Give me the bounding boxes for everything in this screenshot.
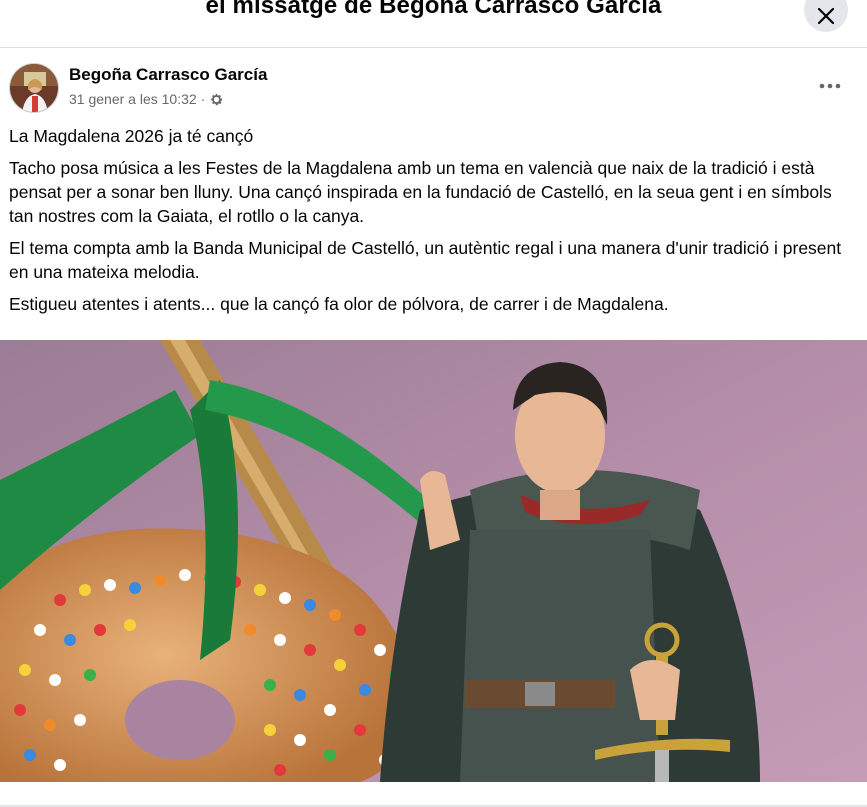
- post: Begoña Carrasco García 31 gener a les 10…: [0, 48, 867, 807]
- close-button[interactable]: [804, 0, 848, 32]
- more-options-button[interactable]: [812, 72, 848, 100]
- avatar[interactable]: [9, 63, 59, 113]
- post-paragraph: El tema compta amb la Banda Municipal de…: [9, 238, 842, 282]
- dialog-header: el missatge de Begoña Carrasco García: [0, 0, 867, 48]
- close-icon: [817, 7, 835, 25]
- author-name[interactable]: Begoña Carrasco García: [69, 65, 267, 85]
- post-photo[interactable]: [0, 340, 867, 782]
- more-horizontal-icon: [819, 83, 841, 89]
- post-paragraph: La Magdalena 2026 ja té cançó: [9, 126, 254, 146]
- post-paragraph: Tacho posa música a les Festes de la Mag…: [9, 158, 832, 226]
- gear-icon[interactable]: [209, 92, 224, 107]
- post-paragraph: Estigueu atentes i atents... que la canç…: [9, 294, 669, 314]
- post-text: La Magdalena 2026 ja té cançó Tacho posa…: [9, 124, 849, 324]
- post-date[interactable]: 31 gener a les 10:32: [69, 91, 197, 107]
- meta-separator: ·: [200, 91, 206, 107]
- post-meta: 31 gener a les 10:32 ·: [69, 91, 224, 107]
- dialog-title: el missatge de Begoña Carrasco García: [205, 0, 662, 19]
